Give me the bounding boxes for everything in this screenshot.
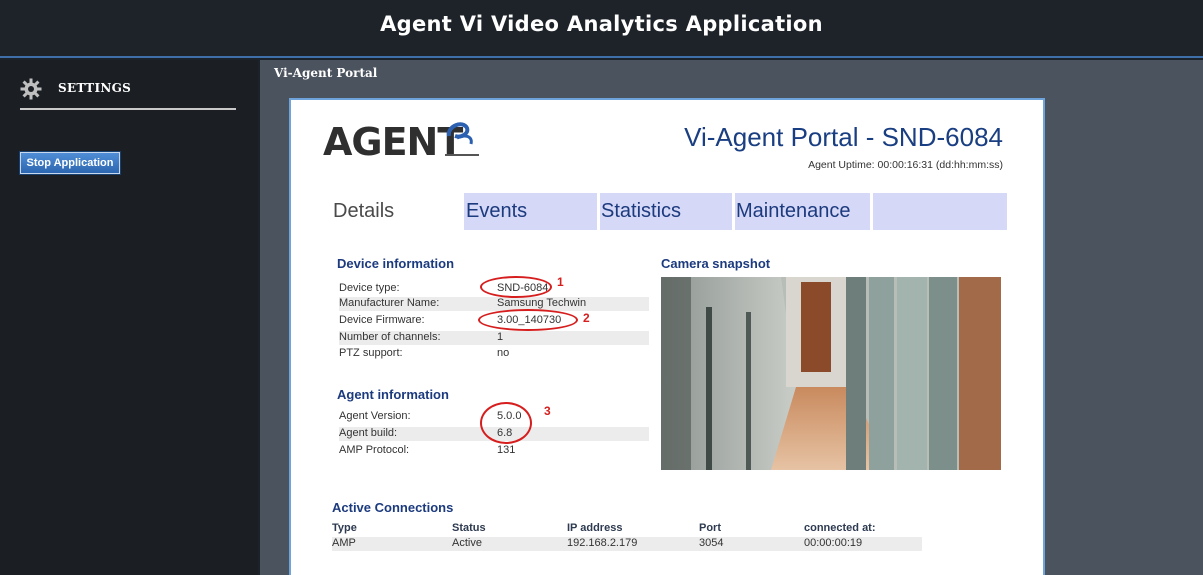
tab-divider [732, 193, 735, 230]
device-info-title: Device information [337, 256, 455, 271]
stop-application-button[interactable]: Stop Application [19, 151, 121, 175]
tab-divider [870, 193, 873, 230]
table-cell: Active [452, 537, 482, 549]
logo-mark-icon [445, 122, 479, 156]
tab-events-label: Events [466, 200, 528, 222]
settings-header[interactable]: SETTINGS [20, 78, 236, 110]
annotation-ellipse [480, 402, 532, 444]
agent-logo: AGENT [323, 120, 463, 164]
agent-uptime: Agent Uptime: 00:00:16:31 (dd:hh:mm:ss) [808, 159, 1003, 171]
column-header: Type [332, 522, 357, 534]
device-info-row: Number of channels: 1 [339, 331, 649, 345]
annotation-ellipse [478, 309, 578, 331]
column-header: Status [452, 522, 486, 534]
main-area: Vi-Agent Portal AGENT Vi-Agent Portal - … [260, 60, 1045, 575]
channels-value: 1 [497, 331, 504, 343]
agent-build-label: Agent build: [339, 427, 398, 439]
firmware-label: Device Firmware: [339, 314, 425, 326]
portal-frame: AGENT Vi-Agent Portal - SND-6084 Agent U… [289, 98, 1045, 575]
camera-snapshot-image[interactable] [661, 277, 1001, 470]
annotation-number: 3 [544, 404, 551, 418]
portal-caption: Vi-Agent Portal [274, 66, 378, 80]
amp-protocol-value: 131 [497, 444, 516, 456]
table-header-row: Type Status IP address Port connected at… [332, 522, 922, 536]
tab-events[interactable]: Events [464, 193, 599, 230]
manufacturer-value: Samsung Techwin [497, 297, 587, 309]
table-cell: AMP [332, 537, 356, 549]
logo-text: AGENT [323, 120, 463, 164]
device-info-row: PTZ support: no [339, 347, 649, 361]
tab-maintenance-label: Maintenance [736, 200, 851, 222]
annotation-ellipse [480, 276, 552, 298]
annotation-number: 2 [583, 311, 590, 325]
camera-snapshot-title: Camera snapshot [661, 256, 771, 271]
column-header: Port [699, 522, 721, 534]
app-banner: Agent Vi Video Analytics Application [0, 0, 1203, 58]
ptz-label: PTZ support: [339, 347, 403, 359]
app-title: Agent Vi Video Analytics Application [380, 12, 823, 36]
tab-statistics[interactable]: Statistics [599, 193, 734, 230]
amp-protocol-label: AMP Protocol: [339, 444, 410, 456]
agent-version-label: Agent Version: [339, 410, 411, 422]
tab-details-label: Details [333, 200, 395, 222]
portal-title: Vi-Agent Portal - SND-6084 [684, 122, 1003, 152]
tab-divider [597, 193, 600, 230]
device-info-row: Manufacturer Name: Samsung Techwin [339, 297, 649, 311]
agent-info-row: AMP Protocol: 131 [339, 444, 649, 458]
tab-details[interactable]: Details [331, 193, 464, 230]
table-row: AMP Active 192.168.2.179 3054 00:00:00:1… [332, 537, 922, 551]
manufacturer-label: Manufacturer Name: [339, 297, 440, 309]
tab-maintenance[interactable]: Maintenance [734, 193, 872, 230]
tab-bar-filler [872, 193, 1007, 230]
table-cell: 3054 [699, 537, 724, 549]
settings-label: SETTINGS [58, 81, 132, 95]
tab-statistics-label: Statistics [601, 200, 682, 222]
gear-icon [20, 78, 42, 100]
active-connections-title: Active Connections [332, 500, 454, 515]
agent-info-title: Agent information [337, 387, 449, 402]
ptz-value: no [497, 347, 510, 359]
right-margin [1045, 60, 1203, 575]
annotation-number: 1 [557, 275, 564, 289]
tab-bar: Details Events Statistics Maintenance [331, 193, 1007, 230]
table-cell: 00:00:00:19 [804, 537, 863, 549]
channels-label: Number of channels: [339, 331, 441, 343]
sidebar: SETTINGS Stop Application [0, 60, 258, 575]
column-header: IP address [567, 522, 623, 534]
column-header: connected at: [804, 522, 876, 534]
device-type-label: Device type: [339, 282, 400, 294]
table-cell: 192.168.2.179 [567, 537, 638, 549]
